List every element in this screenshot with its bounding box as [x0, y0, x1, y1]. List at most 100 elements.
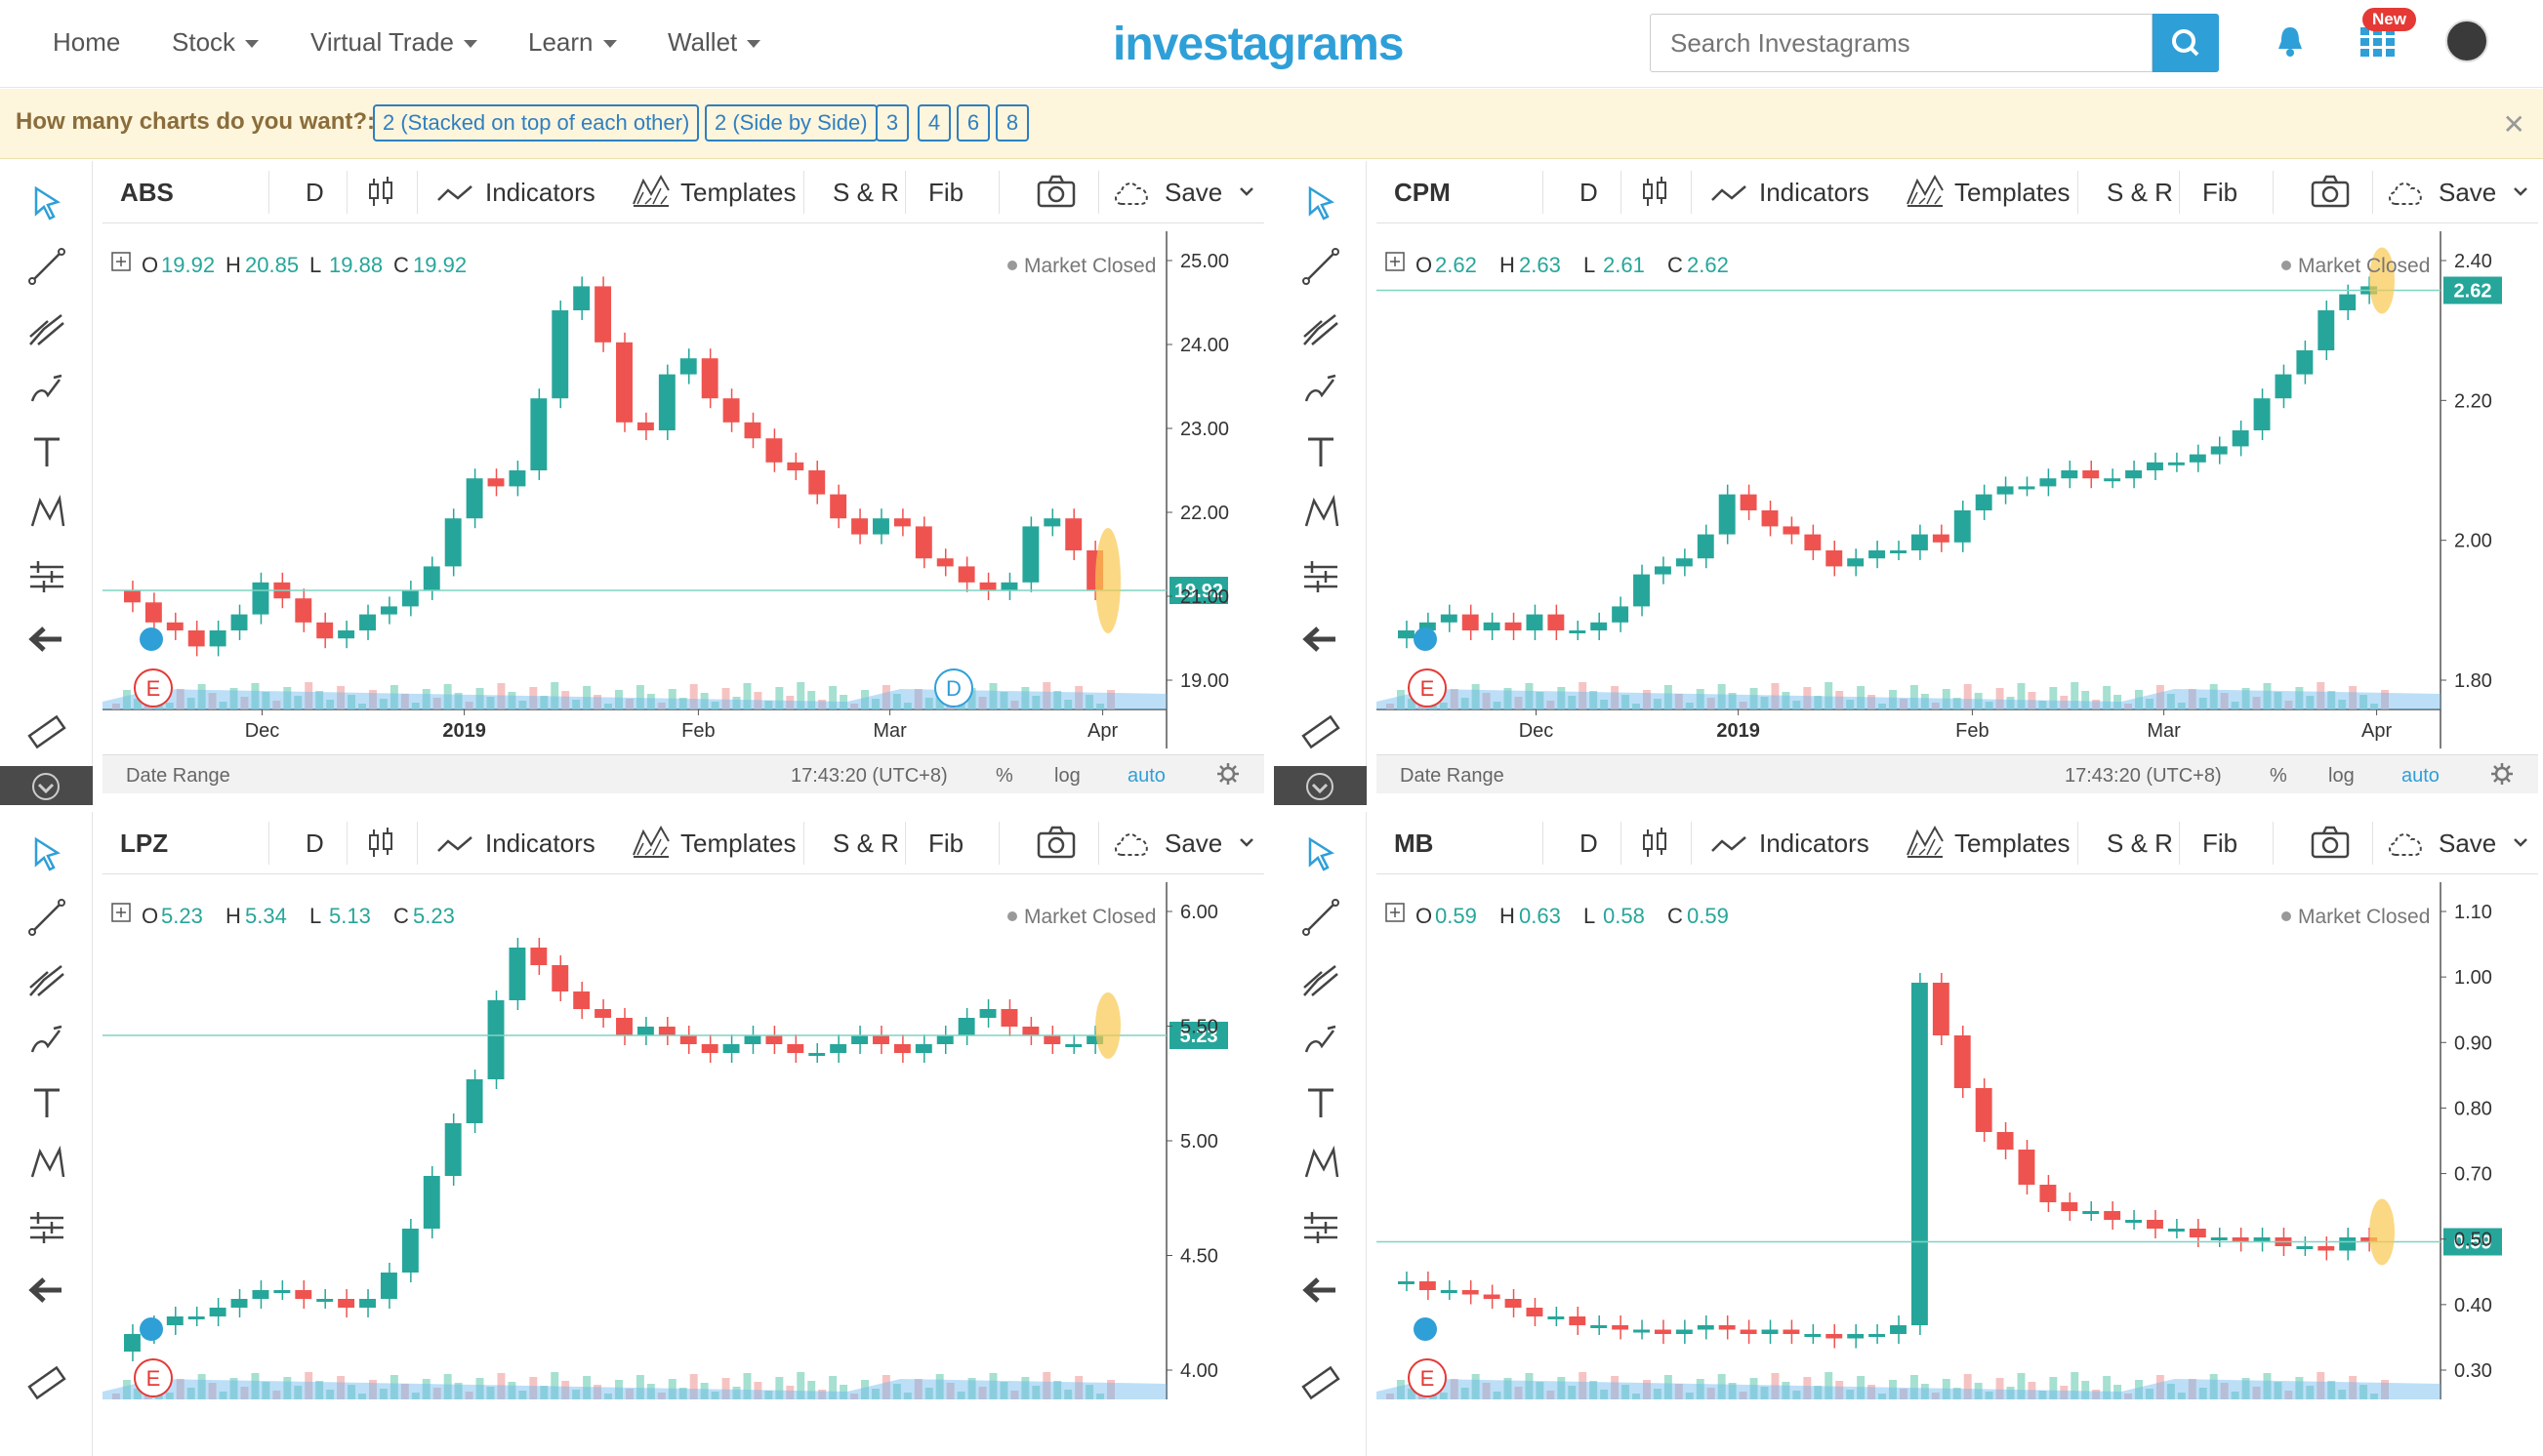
chart-count-option[interactable]: 2 (Stacked on top of each other) [373, 104, 700, 142]
templates-button[interactable]: Templates [1954, 812, 2071, 874]
candle-type-icon[interactable] [1640, 812, 1669, 874]
nav-item-learn[interactable]: Learn [528, 27, 617, 58]
trend-line-icon[interactable] [1298, 895, 1343, 940]
chart-count-option[interactable]: 3 [876, 104, 909, 142]
log-button[interactable]: log [1054, 765, 1081, 788]
search-input[interactable] [1650, 14, 2153, 72]
nav-item-wallet[interactable]: Wallet [668, 27, 761, 58]
sr-button[interactable]: S & R [2107, 812, 2173, 874]
pattern-icon[interactable] [1298, 1142, 1343, 1187]
text-icon[interactable] [24, 1080, 69, 1125]
chevron-down-icon[interactable] [2511, 161, 2530, 223]
price-chart[interactable]: 19.92 25.00 24.00 23.00 22.00 21.00 19.00 Dec 20… [103, 231, 1264, 748]
sr-button[interactable]: S & R [2107, 161, 2173, 223]
ruler-icon[interactable] [1298, 1360, 1343, 1405]
cursor-icon[interactable] [24, 831, 69, 876]
cloud-icon[interactable] [1110, 161, 1155, 223]
interval-button[interactable]: D [306, 161, 324, 223]
symbol-selector[interactable]: LPZ [120, 812, 168, 874]
date-range-button[interactable]: Date Range [126, 765, 230, 788]
fib-button[interactable]: Fib [928, 161, 964, 223]
log-button[interactable]: log [2328, 765, 2355, 788]
gear-icon[interactable] [1215, 761, 1241, 792]
cloud-icon[interactable] [2384, 161, 2429, 223]
symbol-selector[interactable]: CPM [1394, 161, 1451, 223]
price-chart[interactable]: 5.236.005.505.004.504.00EO 5.23 H 5.34 L 5.13… [103, 882, 1264, 1399]
back-arrow-icon[interactable] [24, 617, 69, 662]
save-button[interactable]: Save [2439, 812, 2496, 874]
ruler-icon[interactable] [24, 1360, 69, 1405]
interval-button[interactable]: D [1579, 161, 1598, 223]
cursor-icon[interactable] [1298, 181, 1343, 225]
sr-button[interactable]: S & R [833, 161, 899, 223]
user-avatar[interactable] [2445, 20, 2488, 62]
pitchfork-icon[interactable] [1298, 305, 1343, 350]
percent-button[interactable]: % [2270, 765, 2287, 788]
save-button[interactable]: Save [1165, 812, 1222, 874]
cloud-icon[interactable] [1110, 812, 1155, 874]
candle-type-icon[interactable] [366, 161, 395, 223]
indicators-button[interactable]: Indicators [485, 812, 595, 874]
chevron-down-icon[interactable] [2511, 812, 2530, 874]
pitchfork-icon[interactable] [24, 305, 69, 350]
indicators-button[interactable]: Indicators [1759, 161, 1869, 223]
gear-icon[interactable] [2489, 761, 2515, 792]
save-button[interactable]: Save [2439, 161, 2496, 223]
text-icon[interactable] [1298, 429, 1343, 474]
templates-button[interactable]: Templates [680, 161, 797, 223]
chevron-down-icon[interactable] [1237, 812, 1256, 874]
price-chart[interactable]: 0.591.101.000.900.800.700.500.400.30EO 0.… [1376, 882, 2538, 1399]
percent-button[interactable]: % [996, 765, 1013, 788]
fib-button[interactable]: Fib [2202, 161, 2237, 223]
cursor-icon[interactable] [1298, 831, 1343, 876]
text-icon[interactable] [1298, 1080, 1343, 1125]
chevron-down-icon[interactable] [1237, 161, 1256, 223]
camera-icon[interactable] [2310, 161, 2351, 223]
trend-line-icon[interactable] [1298, 244, 1343, 289]
cloud-icon[interactable] [2384, 812, 2429, 874]
sr-button[interactable]: S & R [833, 812, 899, 874]
symbol-selector[interactable]: ABS [120, 161, 174, 223]
camera-icon[interactable] [1036, 161, 1077, 223]
investagrams-logo[interactable]: investagrams [1113, 18, 1404, 71]
pitchfork-icon[interactable] [24, 956, 69, 1001]
nav-item-virtual-trade[interactable]: Virtual Trade [310, 27, 477, 58]
measure-icon[interactable] [24, 1204, 69, 1249]
indicators-button[interactable]: Indicators [1759, 812, 1869, 874]
close-icon[interactable]: ✕ [2503, 108, 2525, 141]
text-icon[interactable] [24, 429, 69, 474]
save-button[interactable]: Save [1165, 161, 1222, 223]
chart-count-option[interactable]: 2 (Side by Side) [705, 104, 878, 142]
candle-type-icon[interactable] [366, 812, 395, 874]
brush-icon[interactable] [1298, 1017, 1343, 1062]
ruler-icon[interactable] [24, 709, 69, 754]
auto-button[interactable]: auto [2401, 765, 2440, 788]
search-button[interactable] [2153, 14, 2219, 72]
pattern-icon[interactable] [24, 1142, 69, 1187]
nav-item-home[interactable]: Home [53, 27, 120, 58]
brush-icon[interactable] [24, 366, 69, 411]
brush-icon[interactable] [24, 1017, 69, 1062]
chart-count-option[interactable]: 6 [957, 104, 990, 142]
camera-icon[interactable] [1036, 812, 1077, 874]
pitchfork-icon[interactable] [1298, 956, 1343, 1001]
back-arrow-icon[interactable] [1298, 1268, 1343, 1313]
back-arrow-icon[interactable] [1298, 617, 1343, 662]
pattern-icon[interactable] [24, 491, 69, 536]
auto-button[interactable]: auto [1128, 765, 1166, 788]
symbol-selector[interactable]: MB [1394, 812, 1433, 874]
fib-button[interactable]: Fib [2202, 812, 2237, 874]
templates-button[interactable]: Templates [1954, 161, 2071, 223]
collapse-toolbar-button[interactable] [1274, 766, 1367, 805]
collapse-toolbar-button[interactable] [0, 766, 93, 805]
date-range-button[interactable]: Date Range [1400, 765, 1504, 788]
price-chart[interactable]: 2.622.402.202.001.80Dec 2019 Feb Mar AprEO 2.… [1376, 231, 2538, 748]
measure-icon[interactable] [24, 553, 69, 598]
cursor-icon[interactable] [24, 181, 69, 225]
nav-item-stock[interactable]: Stock [172, 27, 260, 58]
interval-button[interactable]: D [1579, 812, 1598, 874]
back-arrow-icon[interactable] [24, 1268, 69, 1313]
indicators-button[interactable]: Indicators [485, 161, 595, 223]
trend-line-icon[interactable] [24, 244, 69, 289]
candle-type-icon[interactable] [1640, 161, 1669, 223]
